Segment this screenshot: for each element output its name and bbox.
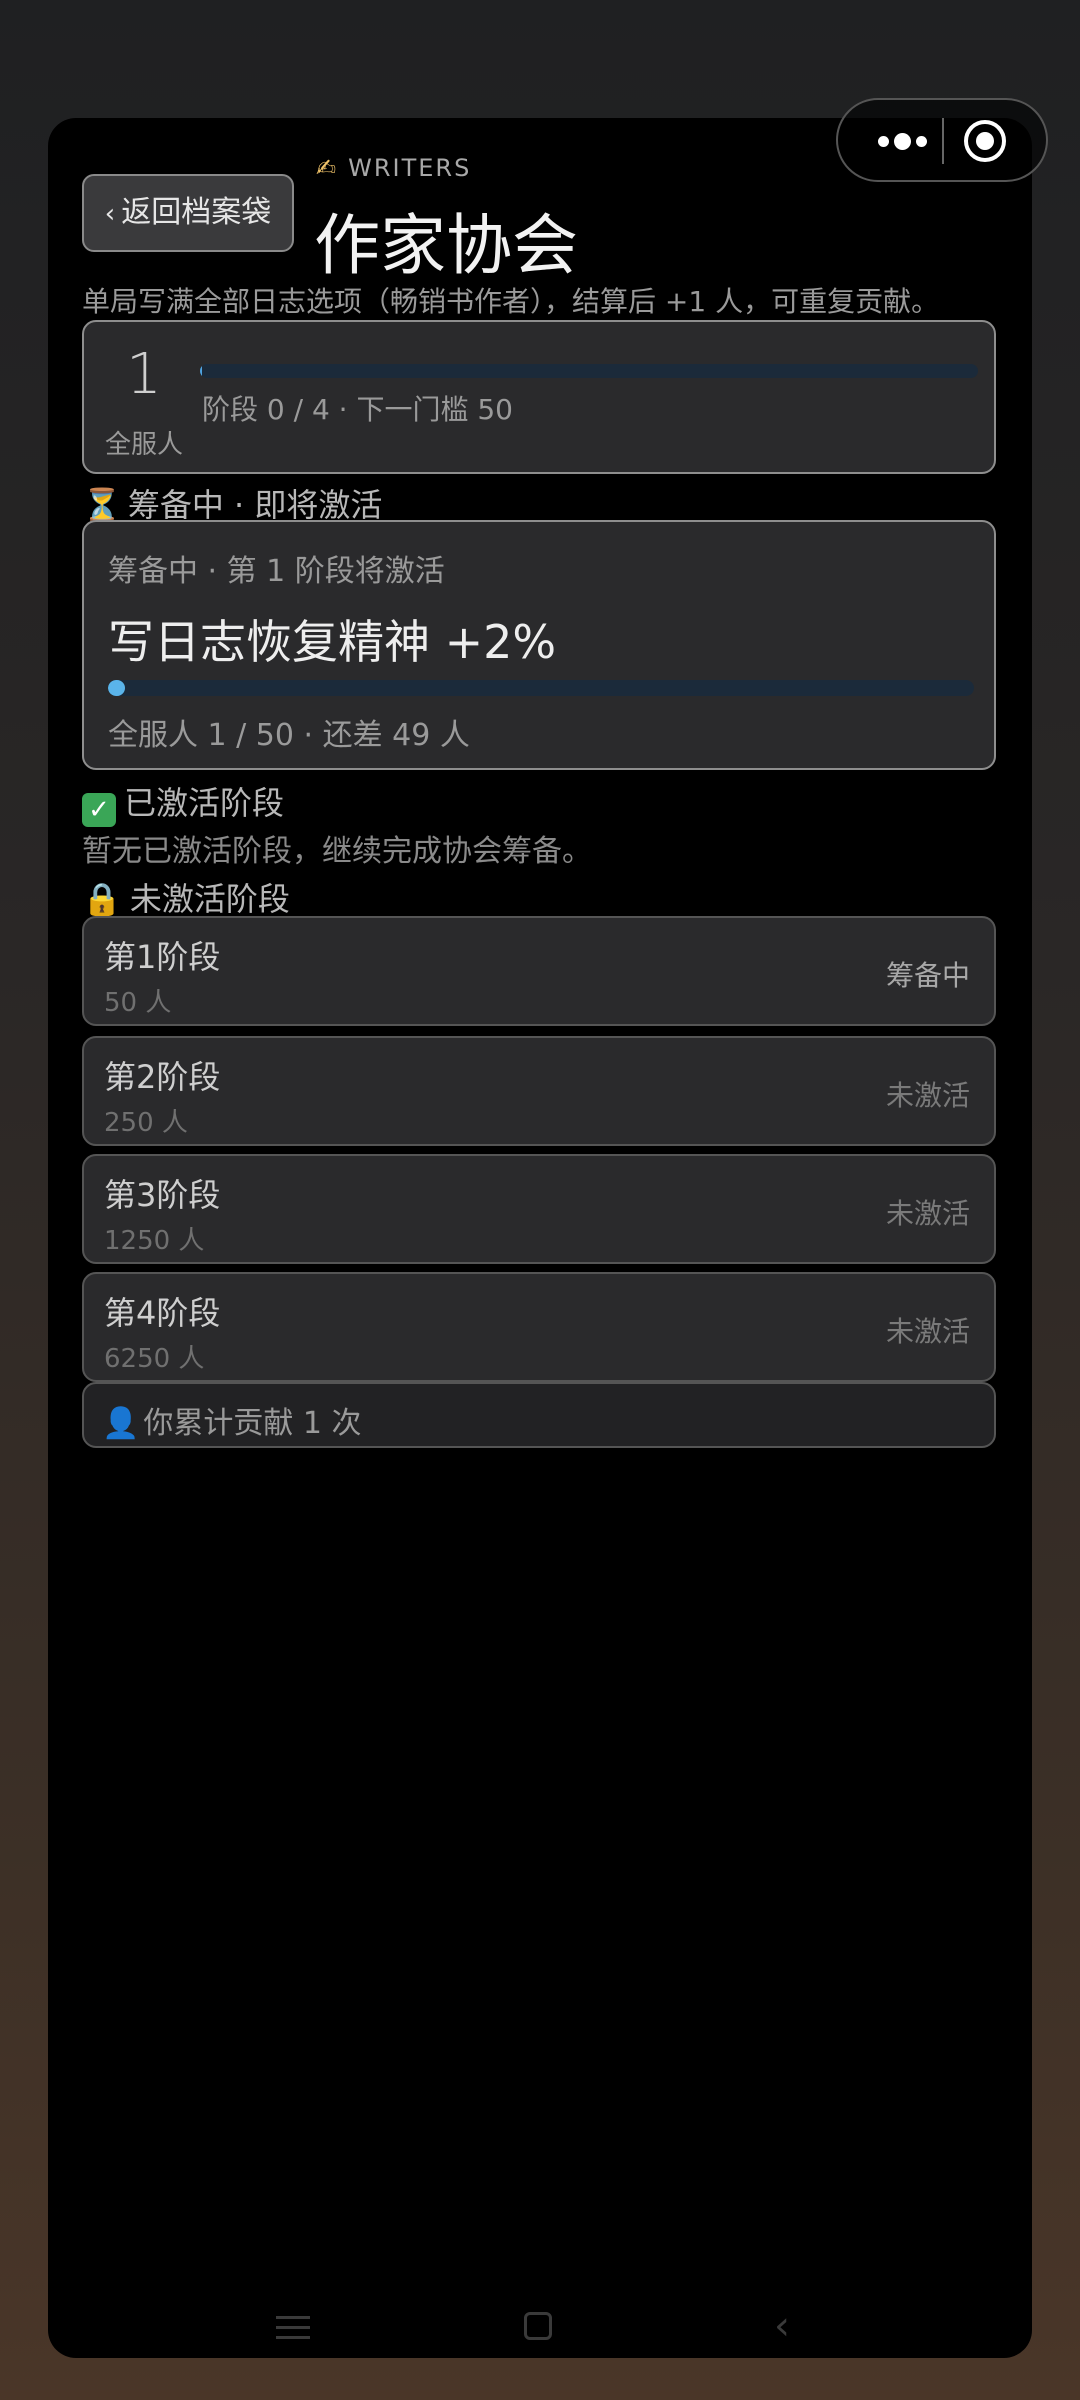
tier-row[interactable]: 第1阶段 50 人 筹备中 — [82, 916, 996, 1026]
section-kicker: ✍ WRITERS — [316, 154, 471, 182]
home-icon[interactable] — [524, 2312, 552, 2340]
contribution-text-row: 👤 你累计贡献 1 次 — [102, 1398, 362, 1442]
mini-program-capsule — [836, 98, 1048, 182]
tier-row[interactable]: 第3阶段 1250 人 未激活 — [82, 1154, 996, 1264]
back-to-archive-button[interactable]: ‹ 返回档案袋 — [82, 174, 294, 252]
inactive-section-title: 未激活阶段 — [129, 880, 290, 918]
writing-hand-icon: ✍ — [316, 154, 339, 182]
menu-icon[interactable] — [276, 2316, 310, 2340]
tier-status: 筹备中 — [885, 959, 970, 992]
tier-status: 未激活 — [885, 1315, 970, 1348]
tier-threshold: 1250 人 — [104, 1226, 205, 1256]
tier-row[interactable]: 第4阶段 6250 人 未激活 — [82, 1272, 996, 1382]
contribution-text: 你累计贡献 1 次 — [143, 1406, 362, 1441]
page-description: 单局写满全部日志选项（畅销书作者），结算后 +1 人，可重复贡献。 — [82, 285, 940, 318]
capsule-divider — [942, 118, 944, 164]
preparing-card: 筹备中 · 第 1 阶段将激活 写日志恢复精神 +2% 全服人 1 / 50 ·… — [82, 520, 996, 770]
inactive-section-heading: 🔒 未激活阶段 — [82, 874, 290, 920]
activated-section-title: 已激活阶段 — [124, 784, 285, 822]
lock-icon: 🔒 — [82, 880, 122, 918]
tier-threshold: 50 人 — [104, 988, 172, 1018]
contribution-card: 👤 你累计贡献 1 次 — [82, 1382, 996, 1448]
preparing-stat: 全服人 1 / 50 · 还差 49 人 — [108, 718, 470, 753]
summary-card: 1 全服人 阶段 0 / 4 · 下一门槛 50 — [82, 320, 996, 474]
tier-row[interactable]: 第2阶段 250 人 未激活 — [82, 1036, 996, 1146]
check-mark-icon: ✓ — [82, 793, 116, 827]
preparing-label: 筹备中 · 第 1 阶段将激活 — [108, 554, 445, 589]
page-title: 作家协会 — [314, 207, 578, 284]
tier-name: 第1阶段 — [104, 938, 221, 976]
preparing-progress-fill — [108, 680, 126, 696]
activated-empty-note: 暂无已激活阶段，继续完成协会筹备。 — [82, 834, 592, 869]
tier-name: 第4阶段 — [104, 1294, 221, 1332]
preparing-section-title: 筹备中 · 即将激活 — [127, 486, 383, 524]
user-icon: 👤 — [102, 1406, 140, 1441]
tier-threshold: 6250 人 — [104, 1344, 205, 1374]
overall-progress-bar — [200, 364, 978, 378]
kicker-text: WRITERS — [348, 154, 472, 182]
tier-status: 未激活 — [885, 1197, 970, 1230]
preparing-effect: 写日志恢复精神 +2% — [108, 615, 557, 669]
hourglass-icon: ⏳ — [82, 486, 122, 524]
back-button-label: 返回档案袋 — [121, 195, 272, 230]
chevron-left-icon: ‹ — [104, 199, 116, 229]
close-miniprogram-icon[interactable] — [962, 118, 1008, 164]
tier-threshold: 250 人 — [104, 1108, 188, 1138]
back-icon[interactable]: ‹ — [774, 2306, 790, 2346]
tier-name: 第2阶段 — [104, 1058, 221, 1096]
more-options-icon[interactable] — [872, 130, 942, 154]
activated-section-heading: ✓ 已激活阶段 — [82, 778, 284, 827]
app-screen: ‹ 返回档案袋 ✍ WRITERS 作家协会 单局写满全部日志选项（畅销书作者），结… — [48, 118, 1032, 2358]
system-navigation-bar: ‹ — [48, 2298, 1032, 2358]
preparing-progress-bar — [108, 680, 974, 696]
tier-name: 第3阶段 — [104, 1176, 221, 1214]
total-count: 1 — [126, 342, 162, 407]
tier-status: 未激活 — [885, 1079, 970, 1112]
stage-meta: 阶段 0 / 4 · 下一门槛 50 — [202, 393, 513, 426]
total-count-label: 全服人 — [104, 430, 183, 460]
